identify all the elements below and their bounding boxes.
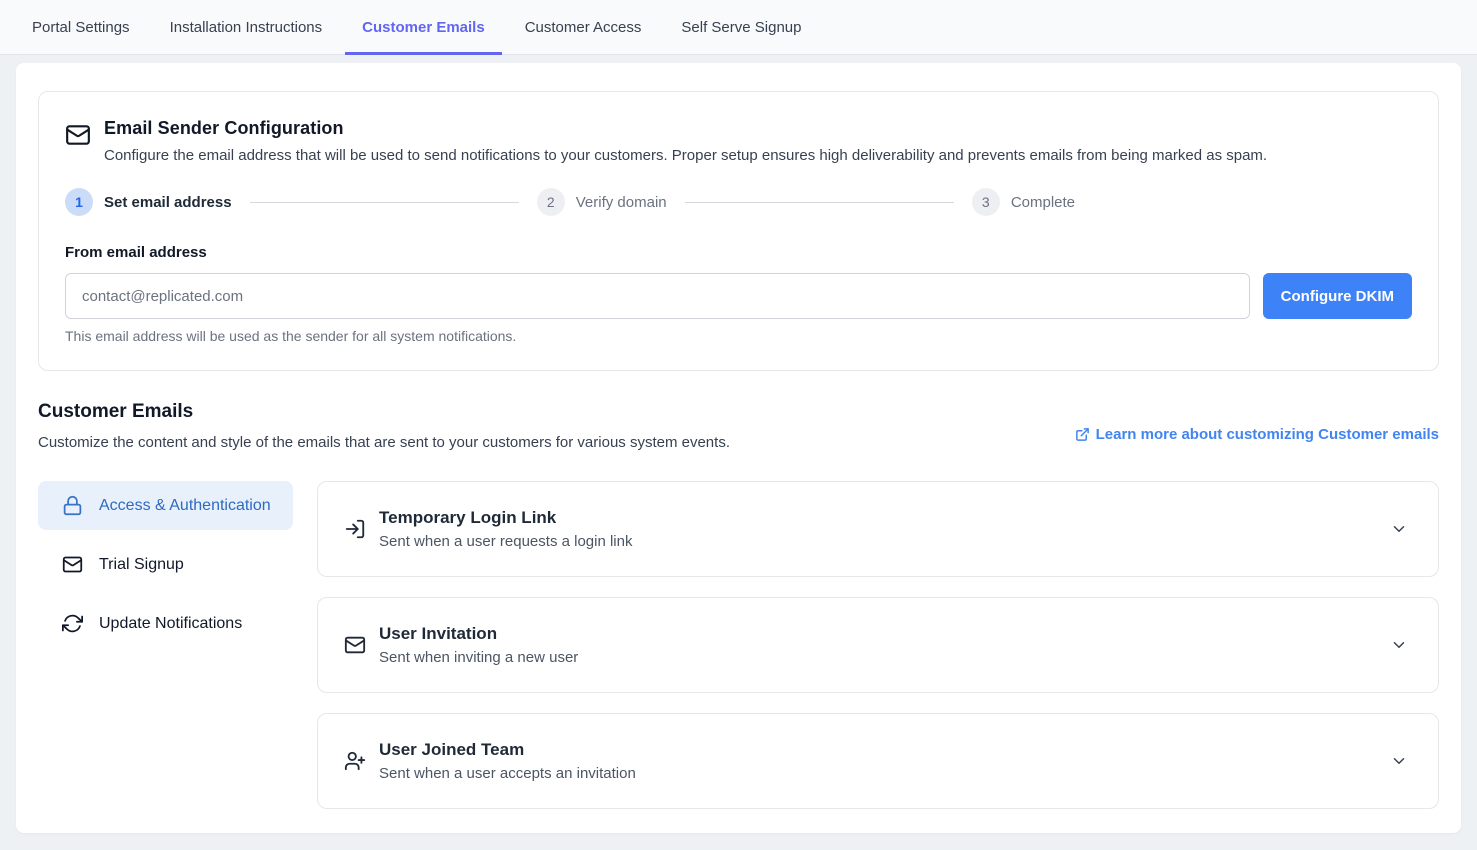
- mail-icon: [62, 554, 83, 575]
- customer-emails-title: Customer Emails: [38, 401, 730, 423]
- chevron-down-icon[interactable]: [1390, 636, 1408, 654]
- login-icon: [344, 518, 366, 540]
- sidebar-item-update-notifications[interactable]: Update Notifications: [38, 599, 293, 648]
- step-label: Set email address: [104, 194, 232, 211]
- from-email-label: From email address: [65, 244, 1412, 261]
- tab-self-serve-signup[interactable]: Self Serve Signup: [664, 0, 818, 54]
- mail-icon: [344, 634, 366, 656]
- learn-more-label: Learn more about customizing Customer em…: [1096, 426, 1439, 443]
- user-plus-icon: [344, 750, 366, 772]
- email-category-sidebar: Access & Authentication Trial Signup Upd…: [38, 481, 293, 809]
- step-label: Complete: [1011, 194, 1075, 211]
- step-set-email-address: 1 Set email address: [65, 188, 232, 216]
- step-complete: 3 Complete: [972, 188, 1075, 216]
- step-connector: [685, 202, 954, 203]
- chevron-down-icon[interactable]: [1390, 520, 1408, 538]
- tab-label: Customer Access: [525, 19, 642, 36]
- refresh-icon: [62, 613, 83, 634]
- email-card-temporary-login-link[interactable]: Temporary Login Link Sent when a user re…: [317, 481, 1439, 577]
- customer-emails-description: Customize the content and style of the e…: [38, 434, 730, 451]
- tab-label: Installation Instructions: [170, 19, 323, 36]
- email-card-description: Sent when inviting a new user: [379, 649, 1377, 666]
- learn-more-link[interactable]: Learn more about customizing Customer em…: [1075, 417, 1439, 451]
- email-card-title: User Joined Team: [379, 740, 1377, 760]
- step-verify-domain: 2 Verify domain: [537, 188, 667, 216]
- tab-portal-settings[interactable]: Portal Settings: [15, 0, 147, 54]
- email-sender-configuration-card: Email Sender Configuration Configure the…: [38, 91, 1439, 371]
- email-template-list: Temporary Login Link Sent when a user re…: [317, 481, 1439, 809]
- configure-dkim-button[interactable]: Configure DKIM: [1263, 273, 1412, 319]
- tab-customer-access[interactable]: Customer Access: [508, 0, 659, 54]
- email-card-user-invitation[interactable]: User Invitation Sent when inviting a new…: [317, 597, 1439, 693]
- chevron-down-icon[interactable]: [1390, 752, 1408, 770]
- sender-config-description: Configure the email address that will be…: [104, 147, 1267, 164]
- tab-label: Portal Settings: [32, 19, 130, 36]
- email-card-description: Sent when a user requests a login link: [379, 533, 1377, 550]
- email-card-user-joined-team[interactable]: User Joined Team Sent when a user accept…: [317, 713, 1439, 809]
- tab-label: Self Serve Signup: [681, 19, 801, 36]
- email-card-description: Sent when a user accepts an invitation: [379, 765, 1377, 782]
- sender-setup-stepper: 1 Set email address 2 Verify domain 3 Co…: [65, 188, 1075, 216]
- sidebar-item-label: Trial Signup: [99, 556, 184, 574]
- sidebar-item-trial-signup[interactable]: Trial Signup: [38, 540, 293, 589]
- from-email-helper-text: This email address will be used as the s…: [65, 328, 1412, 344]
- step-label: Verify domain: [576, 194, 667, 211]
- sender-config-title: Email Sender Configuration: [104, 118, 1267, 139]
- step-number: 2: [537, 188, 565, 216]
- tab-customer-emails[interactable]: Customer Emails: [345, 0, 502, 54]
- sidebar-item-label: Access & Authentication: [99, 497, 271, 515]
- step-number: 1: [65, 188, 93, 216]
- sidebar-item-label: Update Notifications: [99, 615, 242, 633]
- step-connector: [250, 202, 519, 203]
- from-email-input[interactable]: [65, 273, 1250, 319]
- email-card-title: User Invitation: [379, 624, 1377, 644]
- step-number: 3: [972, 188, 1000, 216]
- mail-icon: [65, 122, 91, 164]
- tab-installation-instructions[interactable]: Installation Instructions: [153, 0, 340, 54]
- external-link-icon: [1075, 427, 1090, 442]
- customer-emails-page: Email Sender Configuration Configure the…: [16, 63, 1461, 833]
- lock-icon: [62, 495, 83, 516]
- email-card-title: Temporary Login Link: [379, 508, 1377, 528]
- tab-label: Customer Emails: [362, 19, 485, 36]
- settings-tab-bar: Portal Settings Installation Instruction…: [0, 0, 1477, 55]
- sidebar-item-access-authentication[interactable]: Access & Authentication: [38, 481, 293, 530]
